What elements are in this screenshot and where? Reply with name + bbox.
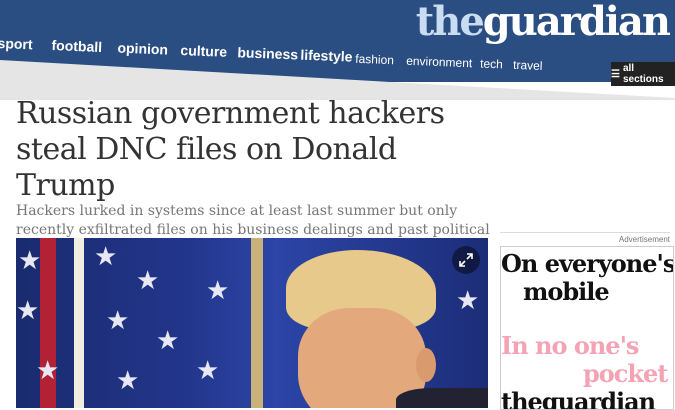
nav-opinion[interactable]: opinion [117, 40, 168, 58]
all-sections-button[interactable]: ☰ all sections [611, 62, 675, 86]
nav-sport[interactable]: sport [0, 35, 33, 52]
star-icon: ★ [94, 242, 118, 272]
ad-line-4: pocket [583, 359, 668, 388]
ad-line-3: In no one's [501, 331, 639, 360]
star-icon: ★ [206, 276, 230, 306]
star-icon: ★ [16, 296, 40, 326]
logo-guardian: guardian [482, 0, 671, 45]
star-icon: ★ [136, 266, 160, 296]
ad-line-2: mobile [523, 277, 610, 306]
star-icon: ★ [116, 366, 140, 396]
nav-fashion[interactable]: fashion [355, 52, 394, 67]
nav-football[interactable]: football [51, 37, 102, 55]
expand-icon [459, 253, 473, 267]
star-icon: ★ [196, 356, 220, 386]
nav-tech[interactable]: tech [480, 57, 503, 72]
nav-environment[interactable]: environment [406, 54, 473, 71]
nav-lifestyle[interactable]: lifestyle [300, 47, 353, 65]
ad-line-1: On everyone's [501, 249, 674, 278]
person-ear [416, 348, 436, 382]
advertisement[interactable]: On everyone's mobile In no one's pocket … [500, 246, 674, 410]
star-icon: ★ [156, 326, 180, 356]
flag-pole [251, 238, 263, 408]
star-icon: ★ [106, 306, 130, 336]
person-suit [396, 388, 488, 408]
article-headline: Russian government hackers steal DNC fil… [16, 96, 445, 203]
article-photo: ★ ★ ★ ★ ★ ★ ★ ★ ★ ★ ★ [16, 238, 488, 408]
ad-line-5: theguardian [501, 387, 656, 410]
flag-stripe [74, 238, 84, 408]
nav-travel[interactable]: travel [513, 58, 543, 73]
nav-culture[interactable]: culture [180, 42, 227, 60]
star-icon: ★ [18, 246, 42, 276]
star-icon: ★ [36, 356, 60, 386]
logo-the: the [415, 0, 485, 45]
advertisement-label: Advertisement [500, 232, 670, 244]
menu-icon: ☰ [611, 68, 620, 80]
guardian-logo[interactable]: theguardian [415, 0, 671, 45]
nav-business[interactable]: business [237, 44, 298, 62]
expand-image-button[interactable] [452, 246, 480, 274]
all-sections-label: all sections [622, 63, 664, 85]
star-icon: ★ [456, 286, 480, 316]
